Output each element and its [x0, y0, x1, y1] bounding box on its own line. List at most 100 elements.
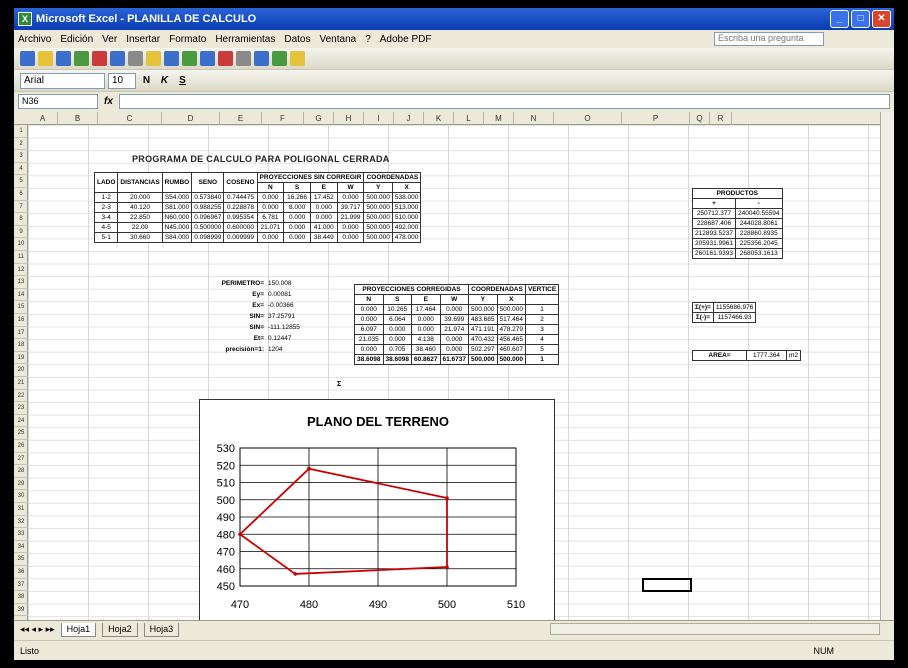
column-header-A[interactable]: A — [28, 112, 58, 125]
products-cell[interactable]: 205931.9961 — [692, 238, 736, 249]
menu-item-2[interactable]: Ver — [102, 34, 117, 45]
row-header-1[interactable]: 1 — [14, 125, 28, 138]
corr-cell[interactable]: 2 — [524, 314, 560, 325]
row-header-33[interactable]: 33 — [14, 528, 28, 541]
toolbar-icon-13[interactable] — [254, 51, 269, 66]
horizontal-scrollbar[interactable] — [550, 623, 880, 635]
corr-cell[interactable]: 0.000 — [382, 334, 412, 345]
menu-item-0[interactable]: Archivo — [18, 34, 51, 45]
corr-cell[interactable]: 0.000 — [439, 334, 469, 345]
products-table[interactable]: PRODUCTOS + -250712.377 240040.55594 228687.… — [692, 188, 783, 259]
menu-item-9[interactable]: Adobe PDF — [380, 34, 432, 45]
row-header-14[interactable]: 14 — [14, 289, 28, 302]
corr-cell[interactable]: 1 — [524, 304, 560, 315]
param-value[interactable]: 37.25791 — [268, 313, 295, 320]
row-header-2[interactable]: 2 — [14, 138, 28, 151]
main-cell[interactable]: 0.000 — [283, 212, 311, 223]
corr-cell[interactable]: 4 — [524, 334, 560, 345]
main-cell[interactable]: 500.000 — [363, 222, 393, 233]
toolbar-icon-15[interactable] — [290, 51, 305, 66]
corr-cell[interactable]: 0.000 — [411, 324, 441, 335]
row-header-12[interactable]: 12 — [14, 264, 28, 277]
row-header-39[interactable]: 39 — [14, 604, 28, 617]
main-cell[interactable]: 0.228878 — [223, 202, 258, 213]
corr-total-cell[interactable]: 60.8627 — [411, 354, 441, 365]
main-cell[interactable]: 0.500000 — [191, 222, 225, 233]
row-header-23[interactable]: 23 — [14, 402, 28, 415]
main-cell[interactable]: 38.449 — [309, 232, 338, 243]
main-cell[interactable]: S81.000 — [161, 202, 193, 213]
menu-item-8[interactable]: ? — [365, 34, 371, 45]
main-cell[interactable]: 478.000 — [391, 232, 422, 243]
corr-cell[interactable]: 0.000 — [411, 314, 441, 325]
products-cell[interactable]: 250712.377 — [692, 208, 736, 219]
vertical-scrollbar[interactable] — [880, 112, 894, 620]
menu-item-3[interactable]: Insertar — [126, 34, 160, 45]
main-cell[interactable]: 4-5 — [93, 222, 119, 233]
column-header-F[interactable]: F — [262, 112, 304, 125]
menu-item-5[interactable]: Herramientas — [215, 34, 275, 45]
main-cell[interactable]: 41.000 — [309, 222, 338, 233]
toolbar-icon-1[interactable] — [38, 51, 53, 66]
row-header-35[interactable]: 35 — [14, 553, 28, 566]
toolbar-icon-11[interactable] — [218, 51, 233, 66]
corr-cell[interactable]: 471.191 — [468, 324, 498, 335]
italic-button[interactable]: K — [157, 73, 172, 88]
terrain-chart[interactable]: PLANO DEL TERRENO 450 460 470 480 490 500 510 5… — [199, 399, 555, 620]
main-cell[interactable]: N60.000 — [161, 212, 193, 223]
row-header-22[interactable]: 22 — [14, 390, 28, 403]
param-value[interactable]: 0.12447 — [268, 335, 292, 342]
param-value[interactable]: 1204 — [268, 346, 282, 353]
toolbar-icon-9[interactable] — [182, 51, 197, 66]
corr-cell[interactable]: 478.279 — [496, 324, 526, 335]
main-cell[interactable]: 0.000 — [336, 222, 365, 233]
column-header-Q[interactable]: Q — [690, 112, 710, 125]
corr-total-cell[interactable]: 1 — [524, 354, 560, 365]
toolbar-icon-8[interactable] — [164, 51, 179, 66]
main-cell[interactable]: 30.660 — [117, 232, 163, 243]
menu-item-7[interactable]: Ventana — [319, 34, 356, 45]
row-header-24[interactable]: 24 — [14, 415, 28, 428]
main-cell[interactable]: 492.000 — [391, 222, 422, 233]
column-header-K[interactable]: K — [424, 112, 454, 125]
main-cell[interactable]: S84.000 — [161, 232, 193, 243]
toolbar-icon-4[interactable] — [92, 51, 107, 66]
row-header-21[interactable]: 21 — [14, 377, 28, 390]
row-header-27[interactable]: 27 — [14, 453, 28, 466]
main-cell[interactable]: 21.071 — [256, 222, 285, 233]
row-header-19[interactable]: 19 — [14, 352, 28, 365]
corr-cell[interactable]: 502.297 — [468, 344, 498, 355]
corr-cell[interactable]: 456.465 — [496, 334, 526, 345]
sum-value[interactable]: 1157466.93 — [712, 312, 757, 323]
font-size-box[interactable]: 10 — [108, 72, 136, 89]
row-header-36[interactable]: 36 — [14, 566, 28, 579]
toolbar-icon-12[interactable] — [236, 51, 251, 66]
sum-value[interactable]: 1155686.976 — [712, 302, 757, 313]
main-cell[interactable]: 513.000 — [391, 202, 422, 213]
sums-table[interactable]: Σ(+)= 1155686.976 Σ(-)= 1157466.93 — [692, 302, 757, 323]
row-header-38[interactable]: 38 — [14, 591, 28, 604]
row-header-20[interactable]: 20 — [14, 364, 28, 377]
main-cell[interactable]: 0.000 — [256, 202, 285, 213]
corr-total-cell[interactable]: 38.6098 — [382, 354, 412, 365]
row-header-5[interactable]: 5 — [14, 175, 28, 188]
row-header-34[interactable]: 34 — [14, 541, 28, 554]
column-header-E[interactable]: E — [220, 112, 262, 125]
underline-button[interactable]: S — [175, 73, 190, 88]
corr-cell[interactable]: 6.064 — [382, 314, 412, 325]
corr-cell[interactable]: 0.000 — [354, 304, 384, 315]
main-cell[interactable]: 0.009999 — [223, 232, 258, 243]
column-header-I[interactable]: I — [364, 112, 394, 125]
column-header-L[interactable]: L — [454, 112, 484, 125]
toolbar-icon-6[interactable] — [128, 51, 143, 66]
corr-total-cell[interactable]: 500.000 — [496, 354, 526, 365]
maximize-button[interactable]: □ — [851, 10, 870, 28]
main-cell[interactable]: 0.995354 — [223, 212, 258, 223]
column-header-N[interactable]: N — [514, 112, 554, 125]
row-header-8[interactable]: 8 — [14, 213, 28, 226]
row-header-13[interactable]: 13 — [14, 276, 28, 289]
corr-cell[interactable]: 483.685 — [468, 314, 498, 325]
main-cell[interactable]: N45.000 — [161, 222, 193, 233]
main-cell[interactable]: 538.000 — [391, 192, 422, 203]
main-cell[interactable]: 500.000 — [363, 192, 393, 203]
